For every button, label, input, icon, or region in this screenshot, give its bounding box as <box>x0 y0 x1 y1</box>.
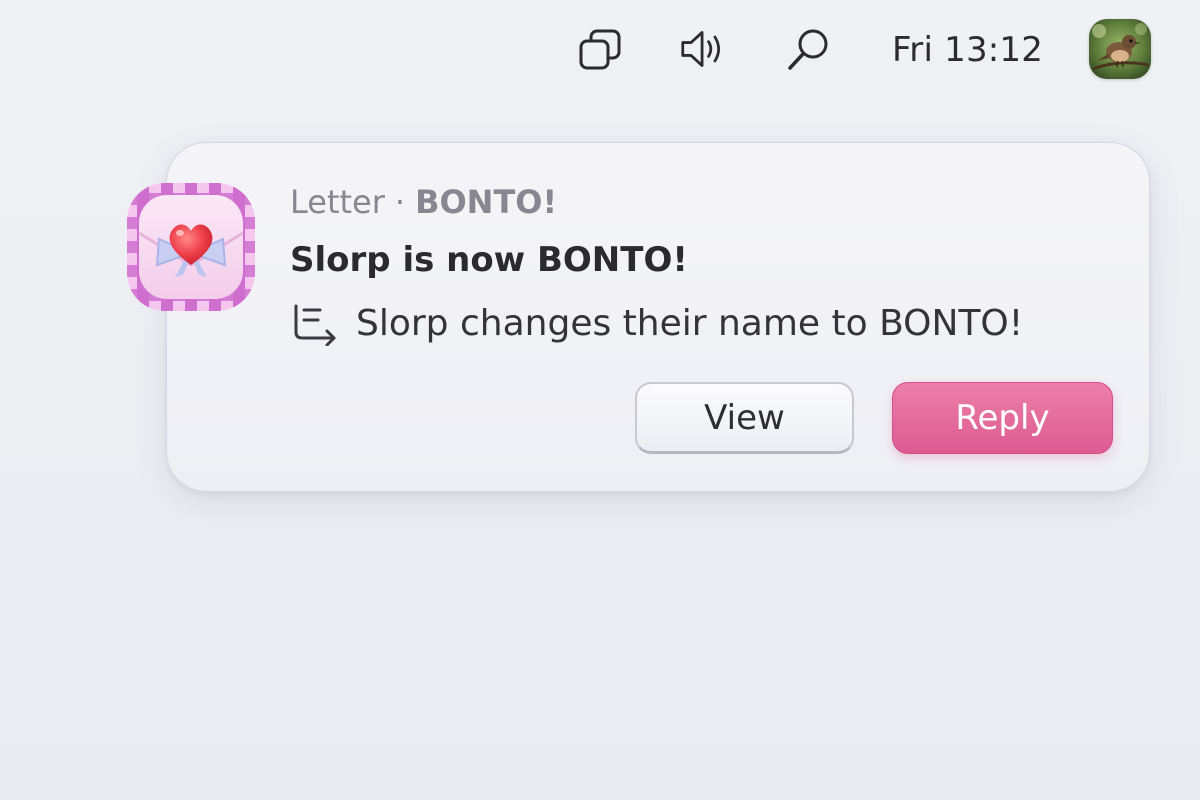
notification-body-text: Slorp changes their name to BONTO! <box>356 302 1024 344</box>
top-bar: Fri 13:12 <box>0 0 1200 100</box>
app-name: Letter <box>290 183 385 221</box>
reply-button[interactable]: Reply <box>892 382 1113 454</box>
notification-header: Letter · BONTO! <box>290 183 557 221</box>
window-switcher-icon[interactable] <box>577 26 623 72</box>
search-icon[interactable] <box>786 26 832 72</box>
notification-body: Slorp changes their name to BONTO! <box>290 299 1023 347</box>
notification-title: Slorp is now BONTO! <box>290 240 688 280</box>
speaker-icon[interactable] <box>680 26 726 72</box>
sender-name: BONTO! <box>415 183 558 221</box>
header-separator: · <box>394 183 406 221</box>
reply-thread-icon <box>290 300 340 346</box>
user-avatar[interactable] <box>1089 19 1151 79</box>
clock[interactable]: Fri 13:12 <box>892 27 1043 73</box>
view-button[interactable]: View <box>635 382 854 454</box>
letter-heart-icon <box>125 181 257 313</box>
